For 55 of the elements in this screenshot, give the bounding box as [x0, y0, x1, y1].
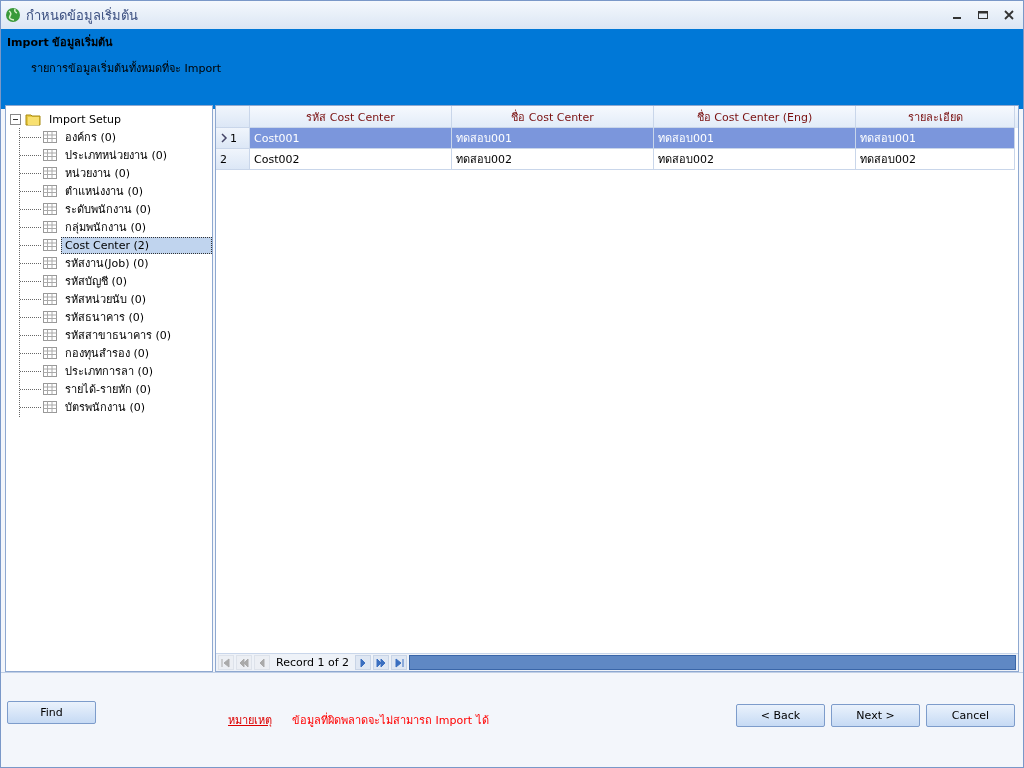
next-button[interactable]: Next >: [831, 703, 920, 727]
table-icon: [42, 256, 58, 270]
folder-icon: [25, 111, 41, 127]
back-button[interactable]: < Back: [736, 703, 825, 727]
note-text: ข้อมูลที่ผิดพลาดจะไม่สามารถ Import ได้: [292, 711, 489, 729]
table-icon: [42, 310, 58, 324]
table-icon: [42, 166, 58, 180]
header-subtitle: รายการข้อมูลเริ่มต้นทั้งหมดที่จะ Import: [31, 59, 222, 77]
table-icon: [42, 364, 58, 378]
collapse-icon[interactable]: [10, 113, 21, 125]
table-icon: [42, 382, 58, 396]
tree-item[interactable]: Import Setup: [45, 110, 126, 128]
table-icon: [42, 238, 58, 252]
header-title: Import ข้อมูลเริ่มต้น: [7, 33, 115, 51]
table-icon: [42, 274, 58, 288]
table-cell: ทดสอบ001: [654, 128, 856, 149]
find-button[interactable]: Find: [7, 701, 96, 724]
next-record-button[interactable]: [355, 655, 372, 670]
table-icon: [42, 346, 58, 360]
nav-arrow-icon: [220, 656, 232, 669]
table-cell: ทดสอบ001: [856, 128, 1015, 149]
table-cell: ทดสอบ002: [654, 149, 856, 170]
cancel-button[interactable]: Cancel: [926, 703, 1015, 727]
tree-item[interactable]: Cost Center (2): [61, 236, 212, 254]
table-cell: ทดสอบ002: [856, 149, 1015, 170]
row-number: 1: [230, 131, 237, 145]
table-icon: [42, 148, 58, 162]
row-pointer-icon: [220, 133, 228, 143]
table-icon: [42, 400, 58, 414]
next-page-button[interactable]: [373, 655, 390, 670]
nav-arrow-icon: [393, 656, 406, 669]
nav-arrow-icon: [375, 656, 388, 669]
table-row[interactable]: 2 Cost002 ทดสอบ002 ทดสอบ002 ทดสอบ002: [216, 149, 1018, 170]
table-icon: [42, 292, 58, 306]
close-icon[interactable]: [1003, 9, 1015, 21]
globe-icon: [5, 7, 21, 23]
record-counter: Record 1 of 2: [275, 656, 351, 669]
table-icon: [42, 220, 58, 234]
horizontal-scrollbar[interactable]: [409, 655, 1016, 670]
nav-arrow-icon: [238, 656, 250, 669]
table-cell: Cost001: [250, 128, 452, 149]
last-record-button[interactable]: [391, 655, 408, 670]
table-icon: [42, 130, 58, 144]
row-number: 2: [220, 152, 227, 166]
table-icon: [42, 184, 58, 198]
table-row[interactable]: 1 Cost001 ทดสอบ001 ทดสอบ001 ทดสอบ001: [216, 128, 1018, 149]
maximize-icon[interactable]: [977, 9, 989, 21]
table-cell: Cost002: [250, 149, 452, 170]
header-cell: [216, 106, 250, 128]
note-link[interactable]: หมายเหตุ: [228, 711, 272, 729]
table-cell: ทดสอบ002: [452, 149, 654, 170]
table-cell: ทดสอบ001: [452, 128, 654, 149]
table-icon: [42, 328, 58, 342]
table-icon: [42, 202, 58, 216]
window-title: กำหนดข้อมูลเริ่มต้น: [26, 6, 138, 26]
